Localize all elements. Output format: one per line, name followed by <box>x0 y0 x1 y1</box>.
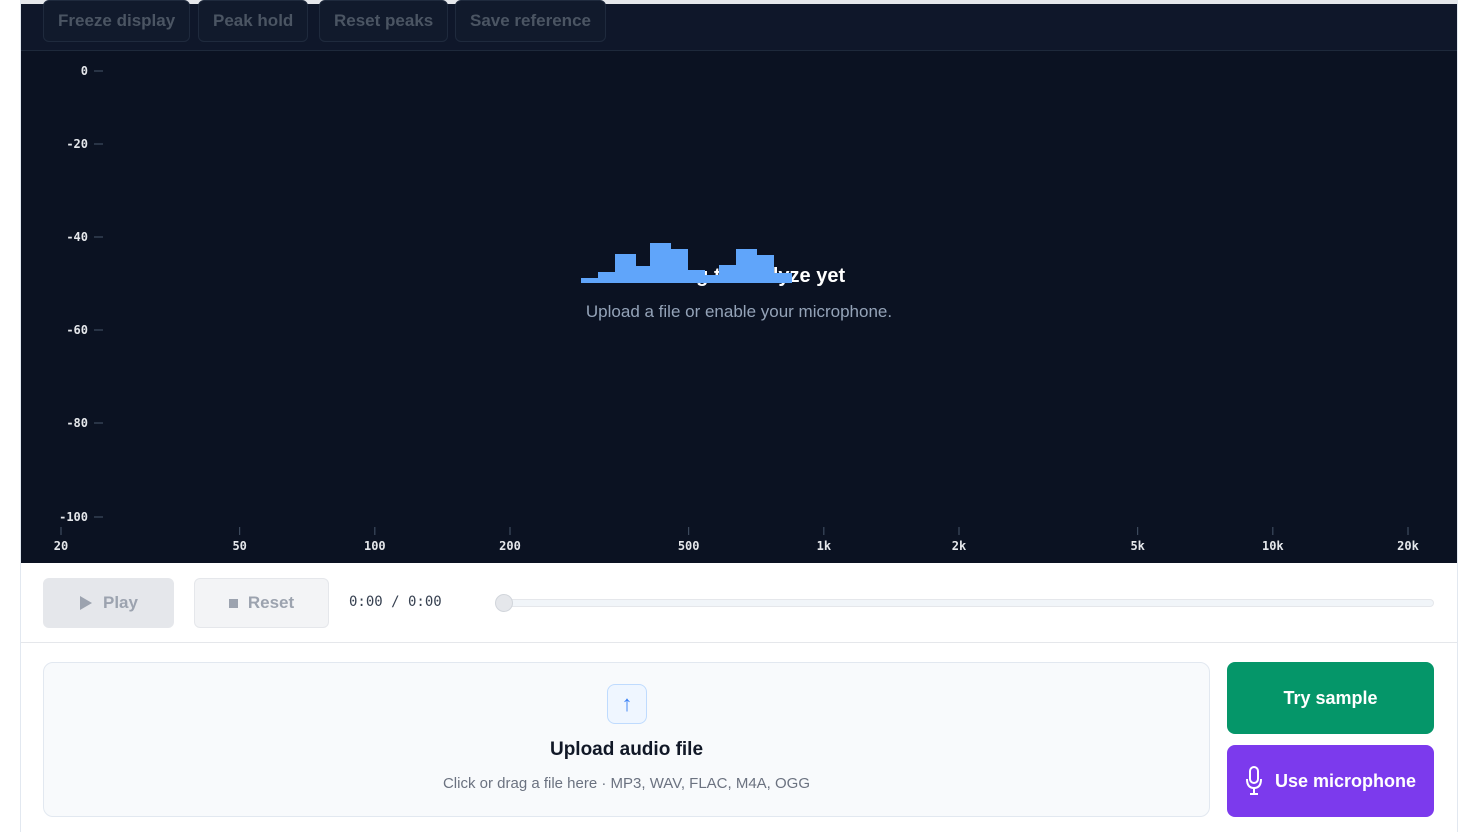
y-tick-label: -40 <box>66 230 88 244</box>
upload-dropzone[interactable]: ↑ Upload audio file Click or drag a file… <box>43 662 1210 817</box>
save-reference-button[interactable]: Save reference <box>455 0 606 42</box>
x-tick-label: 20 <box>54 539 68 553</box>
spectrum-bars-icon <box>581 243 792 283</box>
y-tick-label: 0 <box>81 64 88 78</box>
stop-icon <box>228 598 238 608</box>
play-label: Play <box>103 593 138 612</box>
freeze-display-button[interactable]: Freeze display <box>43 0 191 42</box>
analyzer-toolbar: Freeze display Peak hold Reset peaks Sav… <box>21 0 1457 51</box>
transport-bar: Play Reset 0:00 / 0:00 <box>21 563 1457 643</box>
x-tick-label: 500 <box>678 539 700 553</box>
x-tick-label: 20k <box>1397 539 1419 553</box>
app-frame: Freeze display Peak hold Reset peaks Sav… <box>20 0 1458 832</box>
play-button[interactable]: Play <box>43 578 174 628</box>
upload-title: Upload audio file <box>549 739 704 760</box>
use-microphone-label: Use microphone <box>1274 770 1417 791</box>
peak-hold-button[interactable]: Peak hold <box>198 0 309 42</box>
y-tick-label: -100 <box>59 510 88 524</box>
use-microphone-button[interactable]: Use microphone <box>1227 745 1434 817</box>
x-tick-label: 2k <box>952 539 967 553</box>
x-tick-label: 200 <box>499 539 521 553</box>
reset-peaks-button[interactable]: Reset peaks <box>319 0 449 42</box>
empty-state-subtitle: Upload a file or enable your microphone. <box>585 302 893 321</box>
play-icon <box>80 596 92 610</box>
empty-state: Nothing to analyze yet Upload a file or … <box>581 241 897 322</box>
try-sample-button[interactable]: Try sample <box>1227 662 1434 734</box>
upload-subtitle: Click or drag a file here · MP3, WAV, FL… <box>442 775 811 792</box>
reset-button[interactable]: Reset <box>194 578 329 628</box>
x-tick-label: 100 <box>364 539 386 553</box>
x-tick-label: 5k <box>1130 539 1145 553</box>
seek-thumb[interactable] <box>495 594 513 612</box>
y-tick-label: -80 <box>66 416 88 430</box>
upload-arrow-icon: ↑ <box>607 684 647 724</box>
y-tick-label: -60 <box>66 323 88 337</box>
x-tick-label: 50 <box>232 539 246 553</box>
spectrum-display: 0 -20 -40 -60 -80 -100 20 50 100 200 500 1k 2k 5k 10k… <box>21 51 1457 563</box>
microphone-icon <box>1245 766 1262 795</box>
x-tick-label: 1k <box>817 539 832 553</box>
seek-slider[interactable] <box>495 594 1434 612</box>
x-tick-label: 10k <box>1262 539 1284 553</box>
y-tick-label: -20 <box>66 137 88 151</box>
time-readout: 0:00 / 0:00 <box>349 594 442 610</box>
reset-label: Reset <box>247 593 295 612</box>
